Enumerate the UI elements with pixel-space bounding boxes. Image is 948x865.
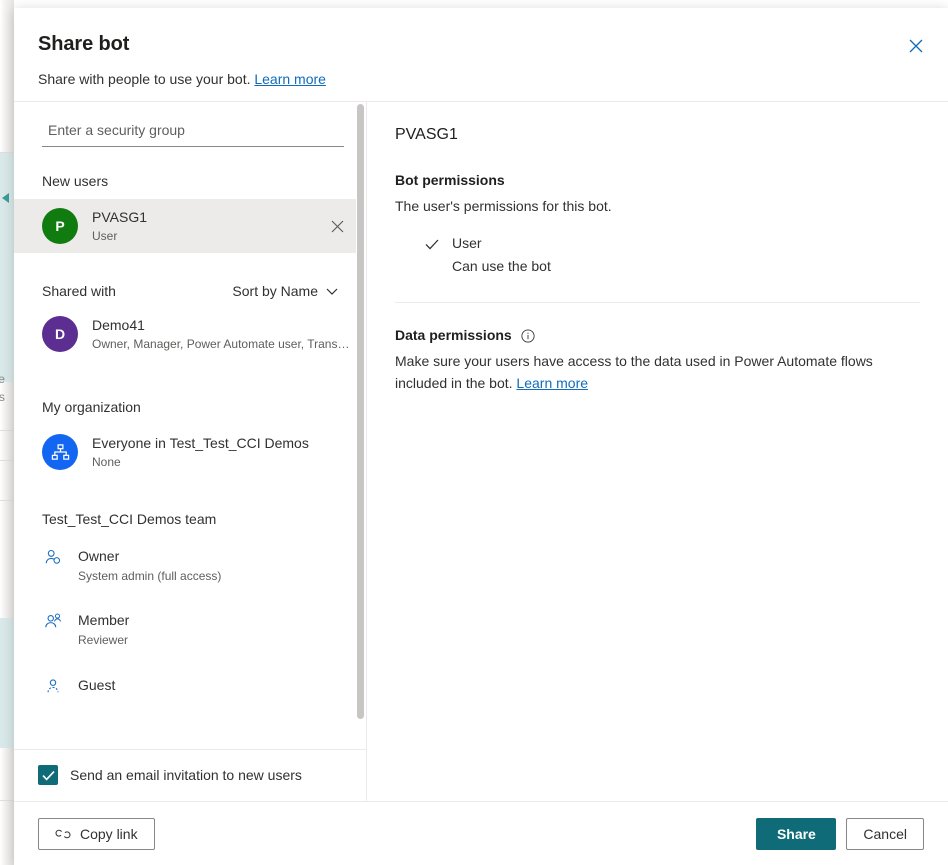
avatar: P (42, 208, 78, 244)
avatar: D (42, 316, 78, 352)
copy-link-label: Copy link (80, 825, 138, 842)
team-role-text: Member Reviewer (78, 610, 129, 649)
security-group-input[interactable] (42, 118, 344, 147)
background-text-fragment: es (0, 390, 6, 404)
data-permissions-description: Make sure your users have access to the … (395, 350, 920, 394)
scrollbar-thumb[interactable] (357, 104, 364, 719)
team-role-name: Guest (78, 677, 116, 693)
avatar (42, 434, 78, 470)
org-hierarchy-icon (51, 443, 69, 460)
dialog-body: New users P PVASG1 User Shared wi (14, 101, 948, 801)
person-guest-icon (44, 677, 62, 695)
sort-by-name-dropdown[interactable]: Sort by Name (232, 283, 338, 299)
person-text: PVASG1 User (92, 207, 310, 245)
selected-principal-title: PVASG1 (395, 126, 458, 143)
close-icon (909, 39, 923, 53)
team-role-text: Owner System admin (full access) (78, 546, 221, 585)
my-organization-heading: My organization (42, 399, 141, 415)
background-teal-panel (0, 152, 14, 382)
bot-permission-sub: Can use the bot (452, 258, 551, 274)
footer-actions: Share Cancel (756, 817, 924, 850)
shared-user-row[interactable]: D Demo41 Owner, Manager, Power Automate … (14, 307, 366, 361)
person-role: User (92, 229, 118, 243)
team-role-name: Member (78, 612, 130, 628)
person-name: PVASG1 (92, 209, 147, 225)
bot-permissions-heading-label: Bot permissions (395, 172, 505, 188)
background-teal-panel-2 (0, 618, 14, 748)
dialog-subtitle: Share with people to use your bot. Learn… (38, 69, 924, 89)
background-text-fragment: se (0, 372, 6, 386)
data-permissions-heading-label: Data permissions (395, 327, 512, 343)
scrollbar-track[interactable] (356, 102, 366, 749)
shared-with-header: Shared with Sort by Name (14, 281, 366, 301)
email-invite-footer: Send an email invitation to new users (14, 749, 366, 801)
close-button[interactable] (900, 30, 932, 62)
close-icon (331, 220, 343, 232)
organization-row[interactable]: Everyone in Test_Test_CCI Demos None (14, 425, 366, 479)
bot-permission-text: User Can use the bot (452, 233, 551, 276)
remove-user-button[interactable] (324, 213, 350, 239)
person-owner-icon (44, 548, 62, 566)
sort-by-name-label: Sort by Name (232, 283, 318, 299)
permissions-divider (395, 302, 920, 303)
link-icon (55, 829, 71, 838)
organization-name: Everyone in Test_Test_CCI Demos (92, 435, 309, 451)
bot-permissions-description: The user's permissions for this bot. (395, 198, 612, 214)
person-text: Demo41 Owner, Manager, Power Automate us… (92, 315, 350, 353)
info-icon[interactable] (521, 328, 535, 343)
bot-permission-name: User (452, 235, 482, 251)
background-divider (0, 500, 14, 501)
person-name: Demo41 (92, 317, 145, 333)
shared-with-heading: Shared with (42, 283, 116, 299)
team-role-text: Guest (78, 675, 115, 697)
data-permissions-heading: Data permissions (395, 325, 920, 345)
background-divider (0, 152, 14, 153)
cancel-button[interactable]: Cancel (846, 817, 924, 850)
page-title: Share bot (38, 33, 130, 55)
person-member-icon (44, 612, 62, 630)
team-role-name: Owner (78, 548, 120, 564)
person-roles: Owner, Manager, Power Automate user, Tra… (92, 337, 350, 351)
send-email-invitation-label[interactable]: Send an email invitation to new users (70, 767, 302, 783)
copy-link-button[interactable]: Copy link (38, 817, 155, 850)
security-group-search-wrapper (14, 102, 366, 147)
team-role-row-member[interactable]: Member Reviewer (14, 594, 366, 658)
learn-more-link-header[interactable]: Learn more (254, 71, 326, 87)
people-pane: New users P PVASG1 User Shared wi (14, 102, 367, 801)
learn-more-link-data-permissions[interactable]: Learn more (516, 375, 588, 391)
bot-permission-option-user[interactable]: User Can use the bot (395, 233, 920, 276)
team-role-row-owner[interactable]: Owner System admin (full access) (14, 537, 366, 594)
organization-role: None (92, 455, 121, 469)
background-caret-icon (2, 193, 9, 203)
new-user-row[interactable]: P PVASG1 User (14, 199, 366, 253)
share-bot-dialog: Share bot Share with people to use your … (14, 8, 948, 865)
team-role-sub: System admin (full access) (78, 569, 222, 583)
dialog-footer: Copy link Share Cancel (14, 801, 948, 865)
person-text: Everyone in Test_Test_CCI Demos None (92, 433, 350, 471)
data-permissions-description-text: Make sure your users have access to the … (395, 353, 873, 391)
background-divider (0, 430, 14, 431)
team-role-row-guest[interactable]: Guest (14, 658, 366, 706)
dialog-subtitle-text: Share with people to use your bot. (38, 71, 251, 87)
share-button[interactable]: Share (756, 817, 837, 850)
checkmark-icon (425, 237, 439, 251)
chevron-down-icon (326, 288, 338, 295)
background-divider (0, 460, 14, 461)
new-users-heading: New users (42, 173, 109, 189)
dialog-header: Share bot Share with people to use your … (14, 8, 948, 101)
background-divider (0, 800, 14, 801)
team-heading: Test_Test_CCI Demos team (42, 511, 217, 527)
team-role-sub: Reviewer (78, 633, 129, 647)
permissions-pane: PVASG1 Bot permissions The user's permis… (367, 102, 948, 801)
checkmark-icon (41, 770, 55, 781)
bot-permissions-heading: Bot permissions (395, 170, 920, 190)
people-scroll-area[interactable]: New users P PVASG1 User Shared wi (14, 102, 366, 749)
send-email-invitation-checkbox[interactable] (38, 765, 58, 785)
